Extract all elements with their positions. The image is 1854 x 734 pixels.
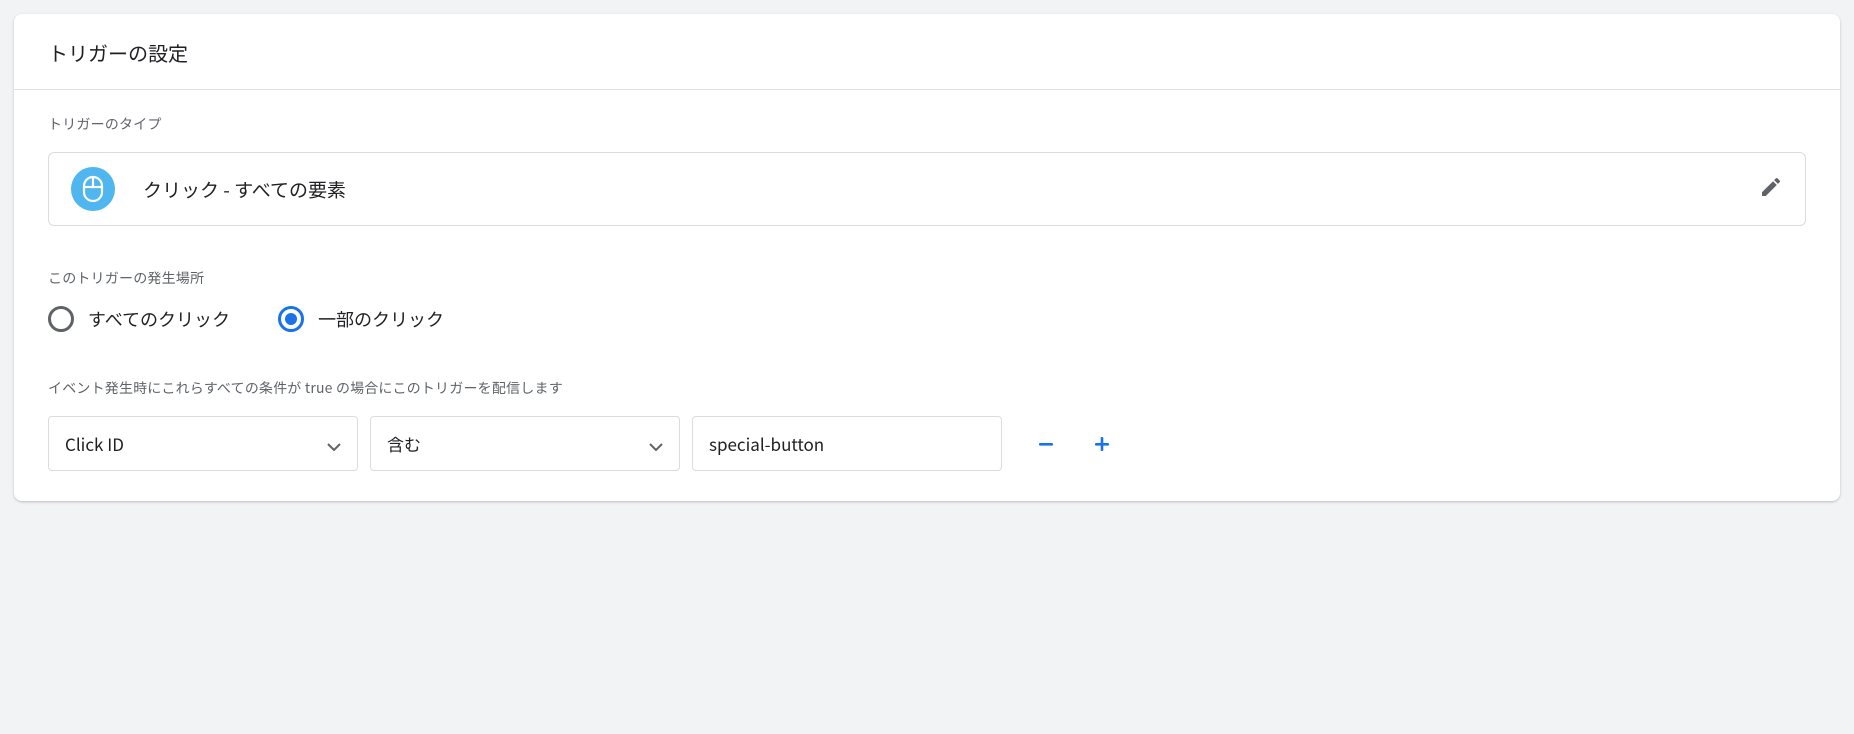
condition-value-text: special-button	[709, 431, 824, 456]
mouse-click-icon	[71, 167, 115, 211]
condition-value-input[interactable]: special-button	[692, 416, 1002, 471]
radio-icon	[48, 306, 74, 332]
trigger-type-selector[interactable]: クリック - すべての要素	[48, 152, 1806, 226]
trigger-type-section-label: トリガーのタイプ	[48, 114, 1806, 134]
radio-some-clicks-label: 一部のクリック	[318, 306, 444, 332]
radio-icon	[278, 306, 304, 332]
radio-dot-icon	[285, 313, 297, 325]
chevron-down-icon	[649, 431, 663, 456]
condition-variable-value: Click ID	[65, 431, 124, 456]
condition-operator-select[interactable]: 含む	[370, 416, 680, 471]
remove-condition-button[interactable]	[1032, 431, 1060, 457]
condition-variable-select[interactable]: Click ID	[48, 416, 358, 471]
conditions-section-label: イベント発生時にこれらすべての条件が true の場合にこのトリガーを配信します	[48, 378, 1806, 398]
radio-all-clicks-label: すべてのクリック	[88, 306, 230, 332]
chevron-down-icon	[327, 431, 341, 456]
condition-operator-value: 含む	[387, 431, 421, 456]
radio-all-clicks[interactable]: すべてのクリック	[48, 306, 230, 332]
radio-some-clicks[interactable]: 一部のクリック	[278, 306, 444, 332]
fire-on-section-label: このトリガーの発生場所	[48, 268, 1806, 288]
pencil-icon[interactable]	[1759, 175, 1783, 204]
add-condition-button[interactable]	[1088, 431, 1116, 457]
condition-row-actions	[1032, 431, 1116, 457]
trigger-config-card: トリガーの設定 トリガーのタイプ クリック - すべての要素 このトリガーの発生…	[14, 14, 1840, 501]
trigger-type-value: クリック - すべての要素	[143, 176, 1759, 203]
card-body: トリガーのタイプ クリック - すべての要素 このトリガーの発生場所 すべてのク	[14, 90, 1840, 501]
fire-on-radio-group: すべてのクリック 一部のクリック	[48, 306, 1806, 332]
condition-row: Click ID 含む special-button	[48, 416, 1806, 471]
card-title: トリガーの設定	[14, 14, 1840, 90]
